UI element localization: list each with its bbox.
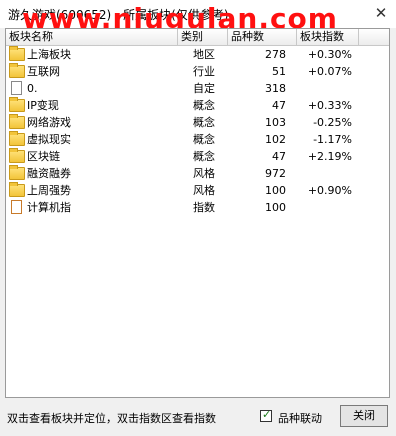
row-index: +0.30% [307,48,352,61]
row-count: 278 [265,48,286,61]
row-name: IP变现 [27,99,59,112]
row-name-cell: 0. [9,80,191,97]
row-count: 47 [272,150,286,163]
column-header-index[interactable]: 板块指数 [297,29,359,45]
row-name-cell: 网络游戏 [9,113,191,131]
folder-icon [9,113,25,129]
table-row[interactable]: IP变现 概念 47 +0.33% [6,96,389,114]
row-index: -1.17% [313,133,352,146]
folder-icon [9,147,25,163]
row-name-cell: 区块链 [9,147,191,165]
row-index [306,199,352,216]
row-type: 风格 [193,167,215,180]
folder-icon [9,164,25,180]
row-name-cell: 虚拟现实 [9,130,191,148]
row-name-cell: 上周强势 [9,181,191,199]
row-index: +2.19% [307,150,352,163]
table-row[interactable]: 网络游戏 概念 103 -0.25% [6,113,389,131]
row-name-cell: IP变现 [9,96,191,114]
folder-icon [9,62,25,78]
row-name: 上周强势 [27,184,71,197]
folder-icon [9,181,25,197]
table-row[interactable]: 融资融券 风格 972 [6,164,389,182]
row-type: 概念 [193,99,215,112]
row-name-cell: 上海板块 [9,45,191,63]
link-checkbox[interactable]: ✓ [260,408,272,422]
row-count: 318 [265,82,286,95]
row-name: 0. [27,82,38,95]
table-row[interactable]: 互联网 行业 51 +0.07% [6,62,389,80]
row-name: 融资融券 [27,167,71,180]
document-icon [11,81,22,95]
folder-icon [9,96,25,112]
row-type: 风格 [193,184,215,197]
list-header: 板块名称 类别 品种数 板块指数 [6,29,389,46]
row-type: 行业 [193,65,215,78]
row-count: 47 [272,99,286,112]
title-bar: 游久游戏(600652) - 所属板块(仅供参考) www.niugulan.c… [0,0,396,35]
row-index [306,80,352,97]
row-name: 区块链 [27,150,60,163]
row-name-cell: 融资融券 [9,164,191,182]
row-type: 概念 [193,150,215,163]
row-count: 51 [272,65,286,78]
row-index: +0.90% [307,184,352,197]
folder-icon [9,130,25,146]
folder-icon [9,45,25,61]
row-type: 地区 [193,48,215,61]
document-icon [11,200,22,214]
row-name: 互联网 [27,65,60,78]
row-count: 972 [265,167,286,180]
link-checkbox-label[interactable]: 品种联动 [278,410,322,426]
hint-text: 双击查看板块并定位，双击指数区查看指数 [7,412,216,425]
table-row[interactable]: 上海板块 地区 278 +0.30% [6,45,389,63]
window-close-icon[interactable]: ✕ [372,4,390,22]
close-button[interactable]: 关闭 [340,405,388,427]
list-rows: 上海板块 地区 278 +0.30% 互联网 行业 51 +0.07% 0. 自定 318 IP变现概… [6,45,389,216]
sector-list[interactable]: 板块名称 类别 品种数 板块指数 上海板块 地区 278 +0.30% 互联网 行业 51 +… [5,28,390,398]
row-type: 指数 [193,201,215,214]
row-name-cell: 计算机指 [9,199,191,216]
row-index: +0.07% [307,65,352,78]
table-row[interactable]: 区块链 概念 47 +2.19% [6,147,389,165]
row-count: 100 [265,184,286,197]
column-header-count[interactable]: 品种数 [228,29,297,45]
row-name-cell: 互联网 [9,62,191,80]
row-name: 虚拟现实 [27,133,71,146]
table-row[interactable]: 0. 自定 318 [6,80,389,97]
row-index: +0.33% [307,99,352,112]
table-row[interactable]: 虚拟现实 概念 102 -1.17% [6,130,389,148]
row-name: 计算机指 [27,201,71,214]
row-type: 概念 [193,133,215,146]
row-index [306,165,352,182]
table-row[interactable]: 上周强势 风格 100 +0.90% [6,181,389,199]
row-index: -0.25% [313,116,352,129]
column-header-name[interactable]: 板块名称 [6,29,178,45]
row-name: 网络游戏 [27,116,71,129]
checkmark-icon: ✓ [262,408,272,421]
row-type: 自定 [193,82,215,95]
row-count: 103 [265,116,286,129]
column-header-type[interactable]: 类别 [178,29,228,45]
row-type: 概念 [193,116,215,129]
row-count: 102 [265,133,286,146]
row-count: 100 [265,201,286,214]
table-row[interactable]: 计算机指 指数 100 [6,199,389,216]
row-name: 上海板块 [27,48,71,61]
